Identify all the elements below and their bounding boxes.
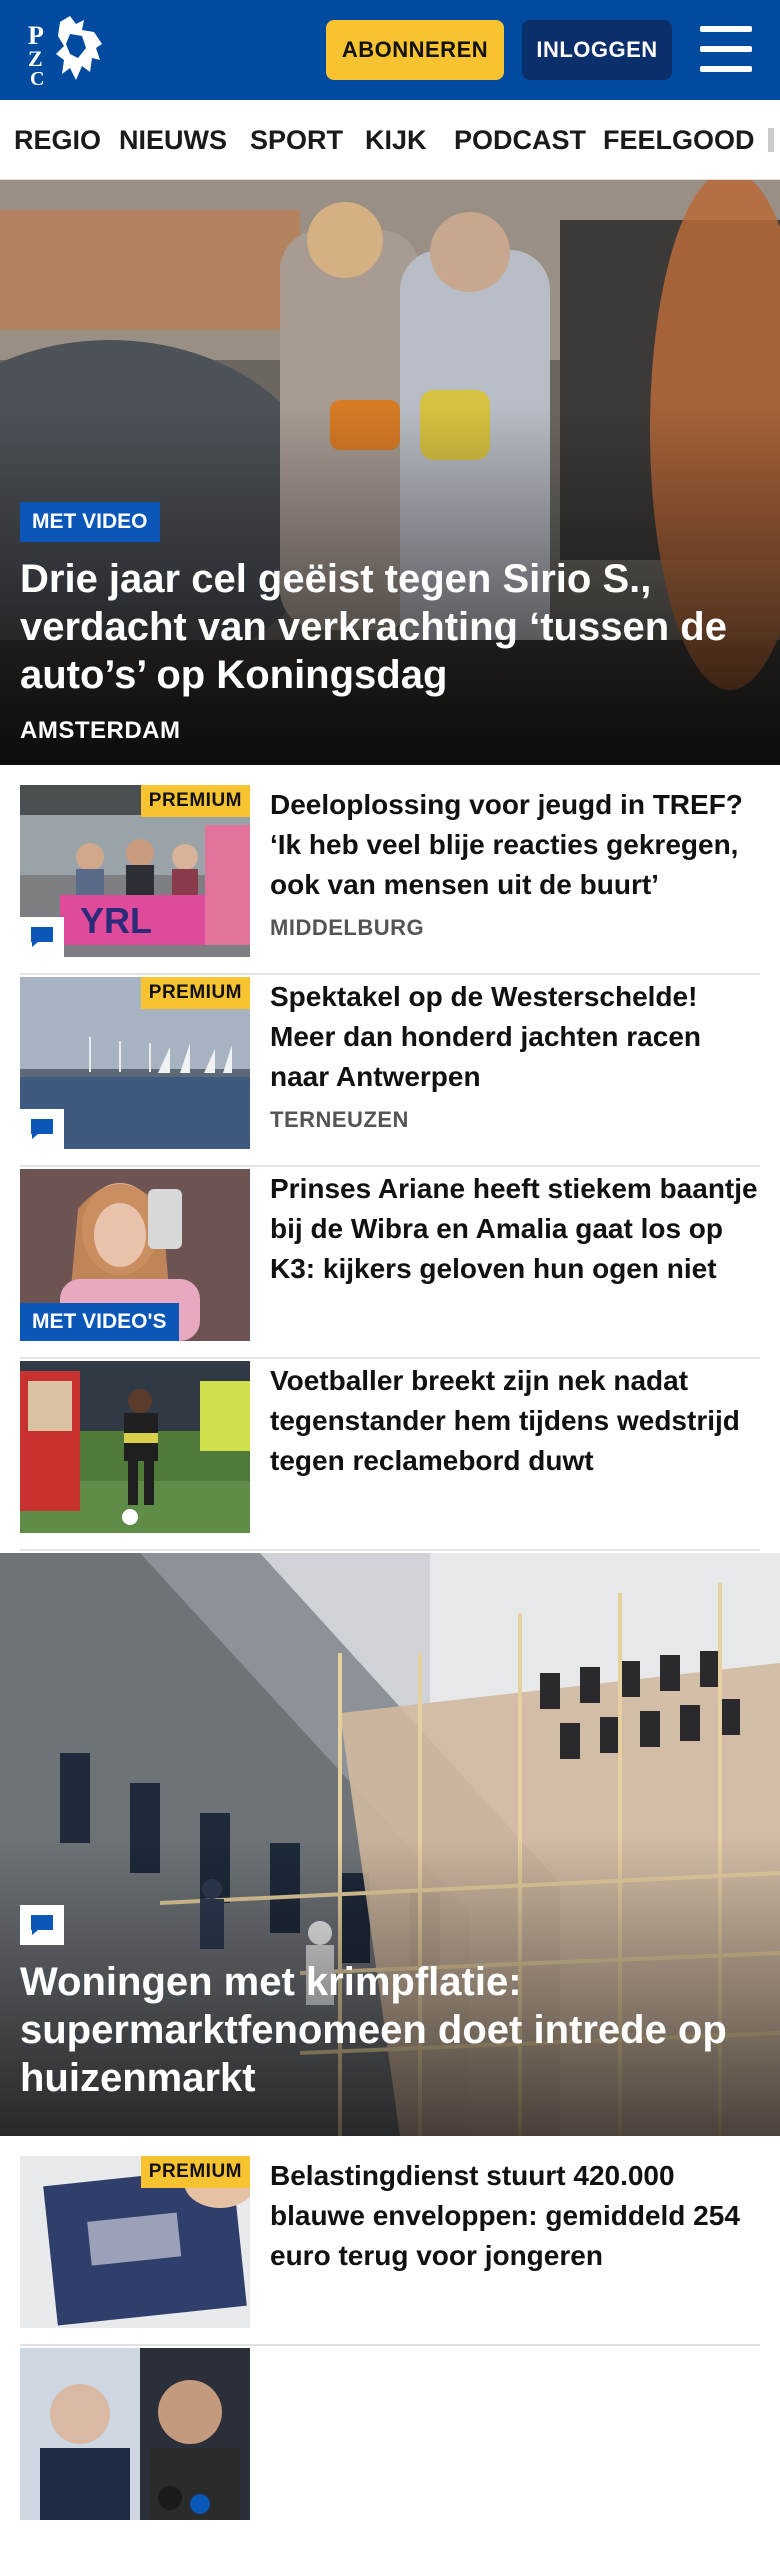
svg-text:C: C xyxy=(30,68,44,86)
subscribe-button[interactable]: ABONNEREN xyxy=(326,20,504,80)
menu-icon[interactable] xyxy=(700,26,752,72)
video-badge: MET VIDEO xyxy=(20,502,160,542)
videos-badge: MET VIDEO'S xyxy=(20,1303,179,1341)
article-headline[interactable]: Spektakel op de Westerschelde! Meer dan … xyxy=(270,977,760,1097)
hero-location: AMSTERDAM xyxy=(20,717,181,744)
comment-icon xyxy=(20,1109,64,1149)
list-item[interactable]: PREMIUM Belastingdienst stuurt 420.000 b… xyxy=(20,2156,760,2346)
comment-icon xyxy=(20,917,64,957)
nav-item-regio[interactable]: REGIO xyxy=(14,100,101,179)
premium-badge: PREMIUM xyxy=(140,977,250,1009)
hero-article[interactable]: MET VIDEO Drie jaar cel geëist tegen Sir… xyxy=(0,180,780,765)
top-bar: P Z C ABONNEREN INLOGGEN xyxy=(0,0,780,100)
article-headline[interactable]: Voetballer breekt zijn nek nadat tegenst… xyxy=(270,1361,760,1481)
section-nav: REGIO NIEUWS SPORT KIJK PODCAST FEELGOOD xyxy=(0,100,780,180)
nav-item-feelgood[interactable]: FEELGOOD xyxy=(603,100,755,179)
article-thumbnail xyxy=(20,1361,250,1533)
article-thumbnail[interactable] xyxy=(20,2348,250,2520)
feature-headline[interactable]: Woningen met krimpflatie: supermarktfeno… xyxy=(20,1958,765,2102)
article-thumbnail: PREMIUM xyxy=(20,977,250,1149)
login-button[interactable]: INLOGGEN xyxy=(522,20,672,80)
article-headline[interactable]: Belastingdienst stuurt 420.000 blauwe en… xyxy=(270,2156,760,2276)
nav-item-podcast[interactable]: PODCAST xyxy=(454,100,586,179)
pzc-logo[interactable]: P Z C xyxy=(26,14,116,90)
list-item[interactable]: YRL PREMIUM Deeloplossing voor jeugd in … xyxy=(20,785,760,975)
list-item[interactable]: Voetballer breekt zijn nek nadat tegenst… xyxy=(20,1361,760,1551)
article-thumbnail: PREMIUM xyxy=(20,2156,250,2328)
article-location: MIDDELBURG xyxy=(270,915,425,940)
premium-badge: PREMIUM xyxy=(140,2156,250,2188)
article-thumbnail: YRL PREMIUM xyxy=(20,785,250,957)
svg-text:YRL: YRL xyxy=(80,900,152,941)
article-headline[interactable]: Deeloplossing voor jeugd in TREF? ‘Ik he… xyxy=(270,785,760,905)
nav-item-sport[interactable]: SPORT xyxy=(250,100,343,179)
nav-item-kijk[interactable]: KIJK xyxy=(365,100,427,179)
feature-article[interactable]: Woningen met krimpflatie: supermarktfeno… xyxy=(0,1553,780,2136)
list-item[interactable]: MET VIDEO'S Prinses Ariane heeft stiekem… xyxy=(20,1169,760,1359)
article-location: TERNEUZEN xyxy=(270,1107,409,1132)
premium-badge: PREMIUM xyxy=(140,785,250,817)
comment-icon xyxy=(20,1905,64,1945)
article-headline[interactable]: Prinses Ariane heeft stiekem baantje bij… xyxy=(270,1169,760,1289)
article-thumbnail: MET VIDEO'S xyxy=(20,1169,250,1341)
nav-overflow-hint xyxy=(768,128,774,152)
list-item[interactable]: PREMIUM Spektakel op de Westerschelde! M… xyxy=(20,977,760,1167)
hero-headline[interactable]: Drie jaar cel geëist tegen Sirio S., ver… xyxy=(20,555,760,699)
nav-item-nieuws[interactable]: NIEUWS xyxy=(119,100,227,179)
